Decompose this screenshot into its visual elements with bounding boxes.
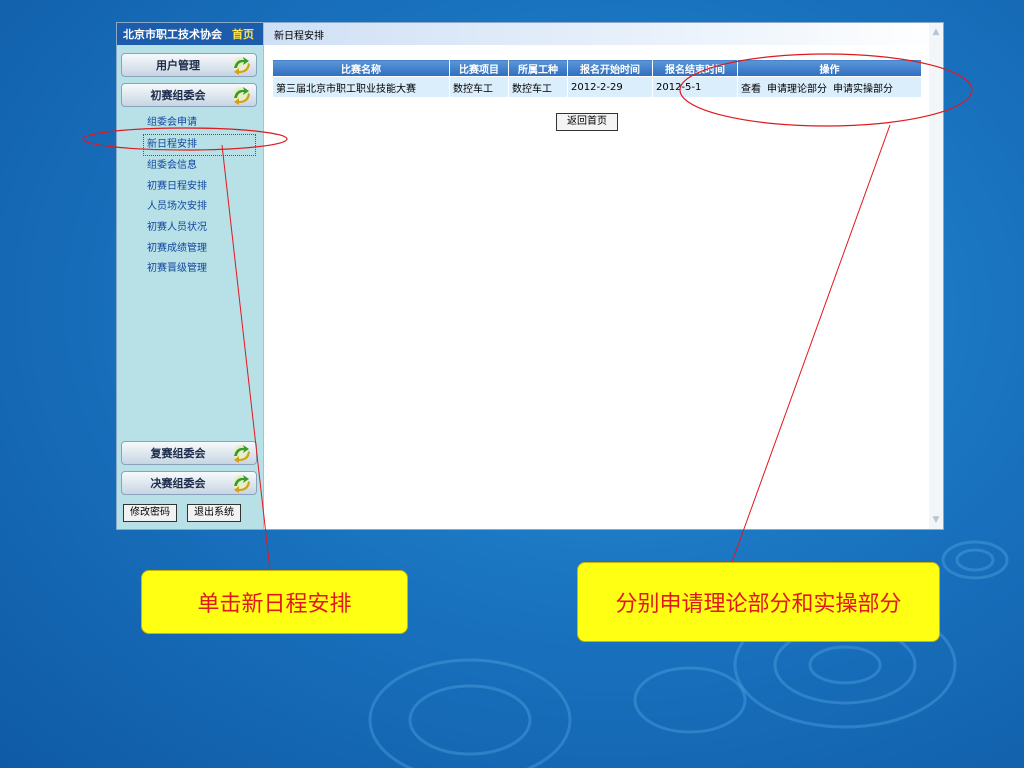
submenu-item-new-schedule[interactable]: 新日程安排 (143, 133, 256, 157)
sidebar-footer: 修改密码 退出系统 (123, 504, 241, 522)
submenu-item-committee-apply[interactable]: 组委会申请 (147, 113, 256, 134)
col-header: 比赛名称 (272, 59, 450, 77)
refresh-arrow-icon (233, 87, 250, 105)
refresh-arrow-icon (233, 57, 250, 75)
callout-right-text: 分别申请理论部分和实操部分 (615, 592, 902, 617)
prelim-submenu: 组委会申请 新日程安排 组委会信息 初赛日程安排 人员场次安排 初赛人员状况 初… (143, 113, 256, 280)
callout-left: 单击新日程安排 (141, 570, 408, 634)
home-link[interactable]: 首页 (232, 26, 254, 42)
col-header: 报名结束时间 (652, 59, 738, 77)
refresh-arrow-icon (233, 445, 250, 463)
submenu-item-participant-status[interactable]: 初赛人员状况 (147, 218, 256, 239)
scroll-down-icon[interactable]: ▼ (931, 515, 941, 525)
logout-button[interactable]: 退出系统 (187, 504, 241, 522)
submenu-item-session-arrange[interactable]: 人员场次安排 (147, 197, 256, 218)
vertical-scrollbar[interactable]: ▲ ▼ (929, 23, 943, 529)
menu-prelim-committee[interactable]: 初赛组委会 (121, 83, 257, 107)
menu-label: 用户管理 (156, 59, 200, 72)
page-title-text: 新日程安排 (274, 30, 324, 42)
org-name: 北京市职工技术协会 (123, 28, 222, 41)
apply-practical-link[interactable]: 申请实操部分 (833, 84, 893, 95)
back-home-button[interactable]: 返回首页 (556, 113, 618, 131)
sidebar-header: 北京市职工技术协会 首页 (117, 23, 263, 45)
cell-end-date: 2012-5-1 (652, 76, 738, 98)
table-row: 第三届北京市职工职业技能大赛 数控车工 数控车工 2012-2-29 2012-… (272, 76, 922, 98)
view-link[interactable]: 查看 (741, 84, 761, 95)
cell-start-date: 2012-2-29 (567, 76, 653, 98)
callout-left-text: 单击新日程安排 (197, 592, 352, 617)
menu-final-committee[interactable]: 决赛组委会 (121, 471, 257, 495)
menu-label: 决赛组委会 (150, 477, 206, 490)
page-title: 新日程安排 (264, 23, 943, 45)
main-content: 新日程安排 比赛名称 比赛项目 所属工种 报名开始时间 报名结束时间 操作 第三… (264, 23, 943, 529)
schedule-table: 比赛名称 比赛项目 所属工种 报名开始时间 报名结束时间 操作 第三届北京市职工… (272, 59, 922, 98)
table-header-row: 比赛名称 比赛项目 所属工种 报名开始时间 报名结束时间 操作 (272, 59, 922, 77)
scroll-up-icon[interactable]: ▲ (931, 27, 941, 37)
callout-right: 分别申请理论部分和实操部分 (577, 562, 940, 642)
apply-theory-link[interactable]: 申请理论部分 (767, 84, 827, 95)
col-header: 所属工种 (508, 59, 568, 77)
sidebar: 北京市职工技术协会 首页 用户管理 初赛组委会 组委会申请 新日程安排 组委会信… (117, 23, 264, 529)
menu-rematch-committee[interactable]: 复赛组委会 (121, 441, 257, 465)
menu-user-management[interactable]: 用户管理 (121, 53, 257, 77)
cell-project: 数控车工 (449, 76, 509, 98)
col-header: 报名开始时间 (567, 59, 653, 77)
submenu-item-committee-info[interactable]: 组委会信息 (147, 156, 256, 177)
col-header: 比赛项目 (449, 59, 509, 77)
submenu-item-score-management[interactable]: 初赛成绩管理 (147, 239, 256, 260)
submenu-item-promotion-management[interactable]: 初赛晋级管理 (147, 259, 256, 280)
menu-label: 复赛组委会 (150, 447, 206, 460)
cell-operations: 查看 申请理论部分 申请实操部分 (737, 76, 922, 98)
app-window: 北京市职工技术协会 首页 用户管理 初赛组委会 组委会申请 新日程安排 组委会信… (116, 22, 944, 530)
col-header: 操作 (737, 59, 922, 77)
menu-label: 初赛组委会 (150, 89, 206, 102)
submenu-item-prelim-schedule[interactable]: 初赛日程安排 (147, 177, 256, 198)
change-password-button[interactable]: 修改密码 (123, 504, 177, 522)
cell-trade: 数控车工 (508, 76, 568, 98)
refresh-arrow-icon (233, 475, 250, 493)
cell-competition-name: 第三届北京市职工职业技能大赛 (272, 76, 450, 98)
